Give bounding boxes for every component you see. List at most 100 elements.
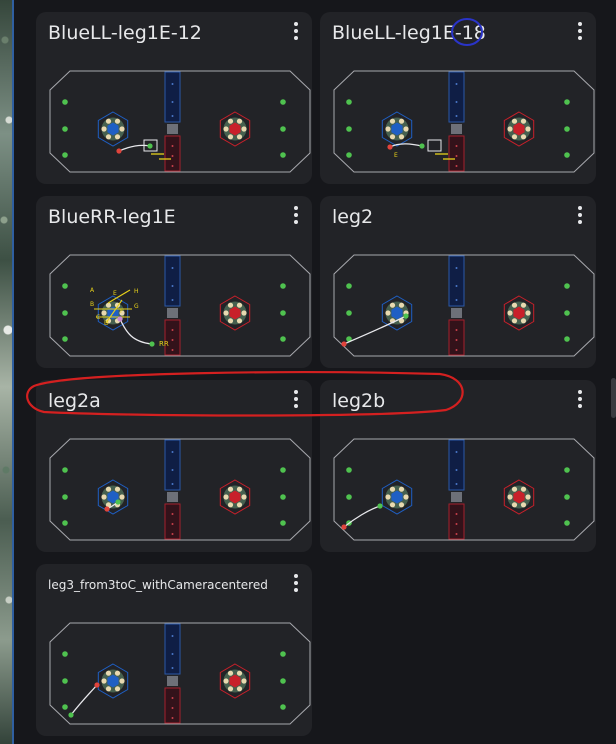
blue-speaker-note bbox=[403, 494, 409, 500]
branch-label: E bbox=[113, 290, 117, 297]
field-marker bbox=[280, 651, 286, 657]
red-stage-dot bbox=[171, 349, 174, 351]
blue-speaker-note bbox=[385, 310, 391, 316]
red-speaker-note bbox=[520, 302, 527, 308]
red-stage-dot bbox=[171, 339, 174, 341]
field-marker bbox=[62, 126, 68, 132]
blue-stage bbox=[164, 623, 181, 675]
red-speaker-note bbox=[511, 302, 518, 308]
field-marker bbox=[346, 310, 352, 316]
blue-stage-dot bbox=[171, 483, 174, 485]
path-end bbox=[419, 143, 425, 149]
blue-speaker-note bbox=[101, 310, 107, 316]
path-card-leg3-from3toc-withcameracentered[interactable]: leg3_from3toC_withCameracentered bbox=[36, 564, 312, 736]
blue-stage bbox=[164, 255, 181, 307]
more-vertical-icon[interactable] bbox=[576, 22, 584, 40]
path-card-blue-ll-leg1e-18[interactable]: BlueLL-leg1E-18 E bbox=[320, 12, 596, 184]
field-marker bbox=[280, 704, 286, 710]
field-marker bbox=[564, 283, 570, 289]
red-speaker-note bbox=[227, 134, 234, 140]
path-start bbox=[116, 148, 122, 154]
path-end bbox=[377, 503, 383, 509]
field-marker bbox=[62, 494, 68, 500]
selection-box bbox=[427, 139, 442, 152]
field-marker bbox=[564, 126, 570, 132]
blue-stage-dot bbox=[171, 285, 174, 287]
center-block bbox=[167, 124, 178, 134]
path-card-leg2[interactable]: leg2 bbox=[320, 196, 596, 368]
blue-speaker-note bbox=[105, 486, 112, 492]
scrollbar-thumb[interactable] bbox=[611, 378, 616, 418]
red-speaker-note bbox=[525, 310, 531, 316]
red-speaker-note bbox=[227, 486, 234, 492]
more-vertical-icon[interactable] bbox=[292, 22, 300, 40]
red-speaker-note bbox=[507, 126, 513, 132]
field-marker bbox=[62, 704, 68, 710]
red-speaker-note bbox=[227, 670, 234, 676]
blue-speaker-note bbox=[389, 134, 396, 140]
field-marker bbox=[564, 467, 570, 473]
path-card-blue-rr-leg1e[interactable]: BlueRR-leg1E A B C D E F G H RR bbox=[36, 196, 312, 368]
blue-speaker-note bbox=[105, 118, 112, 124]
card-title: BlueRR-leg1E bbox=[48, 206, 176, 228]
path-line bbox=[118, 144, 151, 152]
blue-speaker-note bbox=[105, 134, 112, 140]
red-stage-dot bbox=[171, 513, 174, 515]
blue-stage-dot bbox=[171, 469, 174, 471]
branch-label: C bbox=[96, 314, 100, 321]
center-block bbox=[167, 676, 178, 686]
blue-speaker-note bbox=[385, 494, 391, 500]
field-marker bbox=[62, 152, 68, 158]
blue-speaker-note bbox=[105, 302, 112, 308]
red-speaker-note bbox=[236, 318, 243, 324]
blue-stage bbox=[448, 71, 465, 123]
more-vertical-icon[interactable] bbox=[292, 390, 300, 408]
blue-speaker-note bbox=[105, 670, 112, 676]
more-vertical-icon[interactable] bbox=[576, 390, 584, 408]
field-marker bbox=[346, 99, 352, 105]
field-marker bbox=[564, 494, 570, 500]
red-stage-dot bbox=[171, 697, 174, 699]
more-vertical-icon[interactable] bbox=[576, 206, 584, 224]
red-speaker-note bbox=[223, 678, 229, 684]
more-vertical-icon[interactable] bbox=[292, 574, 300, 592]
red-speaker-note bbox=[241, 678, 247, 684]
blue-speaker-note bbox=[398, 502, 405, 508]
blue-speaker-note bbox=[398, 486, 405, 492]
blue-stage-dot bbox=[455, 83, 458, 85]
red-speaker-note bbox=[241, 310, 247, 316]
path-card-leg2a[interactable]: leg2a bbox=[36, 380, 312, 552]
red-speaker-note bbox=[236, 670, 243, 676]
path-card-blue-ll-leg1e-12[interactable]: BlueLL-leg1E-12 bbox=[36, 12, 312, 184]
blue-speaker-note bbox=[398, 118, 405, 124]
blue-stage-dot bbox=[171, 83, 174, 85]
red-speaker-note bbox=[507, 494, 513, 500]
red-speaker-note bbox=[227, 302, 234, 308]
field-marker bbox=[280, 494, 286, 500]
red-speaker-note bbox=[520, 318, 527, 324]
red-stage-dot bbox=[171, 707, 174, 709]
field-marker bbox=[62, 336, 68, 342]
blue-stage-dot bbox=[455, 115, 458, 117]
branch-label: F bbox=[120, 308, 124, 315]
path-card-leg2b[interactable]: leg2b bbox=[320, 380, 596, 552]
red-speaker-note bbox=[525, 126, 531, 132]
center-block bbox=[451, 308, 462, 318]
branch-label: A bbox=[90, 287, 95, 294]
red-speaker-note bbox=[227, 686, 234, 692]
red-stage-dot bbox=[455, 513, 458, 515]
red-speaker-note bbox=[236, 502, 243, 508]
field-marker bbox=[62, 99, 68, 105]
red-stage-dot bbox=[455, 155, 458, 157]
field-preview bbox=[49, 438, 311, 541]
blue-speaker-note bbox=[114, 686, 121, 692]
path-line bbox=[70, 684, 98, 716]
blue-stage-dot bbox=[455, 101, 458, 103]
blue-speaker-note bbox=[101, 494, 107, 500]
blue-stage-dot bbox=[171, 267, 174, 269]
center-block bbox=[167, 492, 178, 502]
red-stage-dot bbox=[455, 329, 458, 331]
red-speaker-note bbox=[520, 118, 527, 124]
more-vertical-icon[interactable] bbox=[292, 206, 300, 224]
field-marker bbox=[62, 520, 68, 526]
